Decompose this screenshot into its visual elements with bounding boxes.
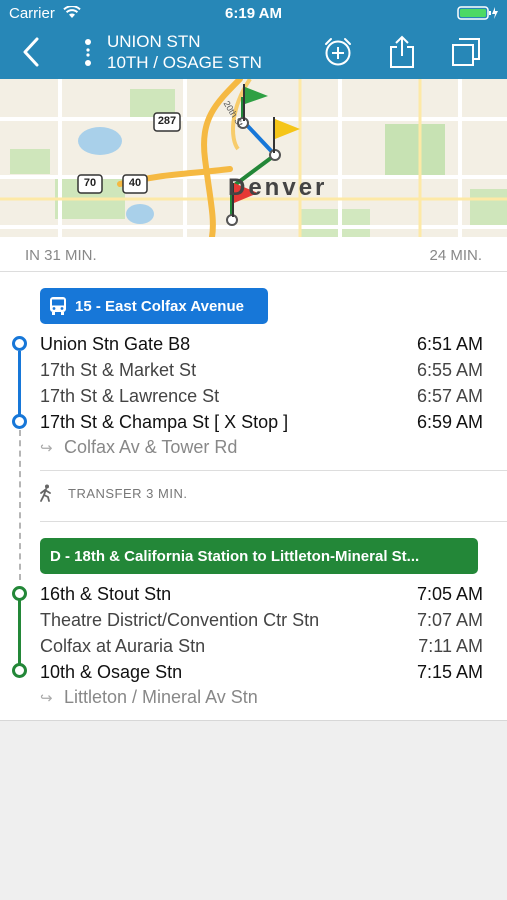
- share-button[interactable]: [384, 34, 420, 70]
- stop-name: 17th St & Market St: [40, 360, 197, 380]
- stop-name: Colfax at Auraria Stn: [40, 636, 206, 656]
- trip-duration-bar: IN 31 MIN. 24 MIN.: [0, 237, 507, 272]
- route-title: UNION STN 10TH / OSAGE STN: [78, 31, 262, 73]
- stop-time: 6:57 AM: [416, 386, 483, 406]
- stop-node-end: [12, 663, 27, 678]
- map-highway-shield-40: 40: [128, 177, 142, 189]
- copy-icon: [452, 38, 480, 66]
- divider: [40, 521, 507, 522]
- navigation-header: Carrier 6:19 AM UNION STN 10TH / OSAGE S…: [0, 0, 507, 79]
- stop-name: 17th St & Champa St [ X Stop ]: [40, 412, 289, 432]
- walk-icon: [40, 484, 51, 502]
- route-line-bus: [18, 351, 21, 421]
- route-label-bus: 15 - East Colfax Avenue: [75, 297, 244, 315]
- copy-button[interactable]: [448, 34, 484, 70]
- stop-name: 10th & Osage Stn: [40, 662, 183, 682]
- transfer-label: TRANSFER 3 MIN.: [68, 485, 188, 501]
- nav-bar: UNION STN 10TH / OSAGE STN: [0, 28, 507, 79]
- stop-time: 6:59 AM: [416, 412, 483, 432]
- stop-node-start: [12, 586, 27, 601]
- transfer-connector: [19, 430, 21, 580]
- stop-time: 7:15 AM: [416, 662, 483, 682]
- route-pill-rail[interactable]: D - 18th & California Station to Littlet…: [40, 538, 478, 574]
- headsign-row: ↪ Littleton / Mineral Av Stn: [40, 686, 258, 710]
- map-city-label: Denver: [228, 174, 328, 201]
- trip-duration-label: 24 MIN.: [429, 247, 482, 264]
- route-pill-bus[interactable]: 15 - East Colfax Avenue: [40, 288, 268, 324]
- alarm-button[interactable]: [320, 34, 356, 70]
- map-highway-shield-287: 287: [157, 115, 177, 127]
- map-canvas: [0, 79, 507, 237]
- status-time: 6:19 AM: [225, 5, 282, 22]
- headsign-arrow-icon: ↪: [40, 440, 53, 457]
- itinerary-card: 15 - East Colfax Avenue Union Stn Gate B…: [0, 272, 507, 721]
- route-line-rail: [18, 594, 21, 670]
- stop-time: 7:07 AM: [416, 610, 483, 630]
- stop-name: 16th & Stout Stn: [40, 584, 172, 604]
- alarm-add-icon: [325, 38, 351, 66]
- departs-in-label: IN 31 MIN.: [25, 247, 97, 264]
- stop-time: 6:55 AM: [416, 360, 483, 380]
- stop-time: 7:11 AM: [418, 636, 483, 656]
- status-bar: Carrier 6:19 AM: [0, 0, 507, 28]
- route-map[interactable]: 287 70 40 20th St Denver: [0, 79, 507, 237]
- stop-time: 6:51 AM: [416, 334, 483, 354]
- route-dots-icon: [85, 39, 91, 66]
- stop-time: 7:05 AM: [416, 584, 483, 604]
- battery-icon: [457, 6, 498, 20]
- headsign-arrow-icon: ↪: [40, 690, 53, 707]
- share-icon: [390, 35, 414, 68]
- back-chevron-icon[interactable]: [20, 36, 42, 68]
- stop-node-start: [12, 336, 27, 351]
- stop-name: Theatre District/Convention Ctr Stn: [40, 610, 320, 630]
- headsign-row: ↪ Colfax Av & Tower Rd: [40, 436, 237, 460]
- stop-name: 17th St & Lawrence St: [40, 386, 220, 406]
- bus-icon: [50, 297, 66, 315]
- origin-label: UNION STN: [107, 32, 201, 51]
- map-highway-shield-70: 70: [83, 177, 97, 189]
- route-label-rail: D - 18th & California Station to Littlet…: [50, 547, 420, 565]
- headsign-label: Colfax Av & Tower Rd: [64, 437, 238, 457]
- stop-name: Union Stn Gate B8: [40, 334, 191, 354]
- transfer-row: TRANSFER 3 MIN.: [38, 484, 187, 502]
- headsign-label: Littleton / Mineral Av Stn: [64, 687, 258, 707]
- divider: [40, 470, 507, 471]
- destination-label: 10TH / OSAGE STN: [107, 53, 262, 72]
- stop-node-end: [12, 414, 27, 429]
